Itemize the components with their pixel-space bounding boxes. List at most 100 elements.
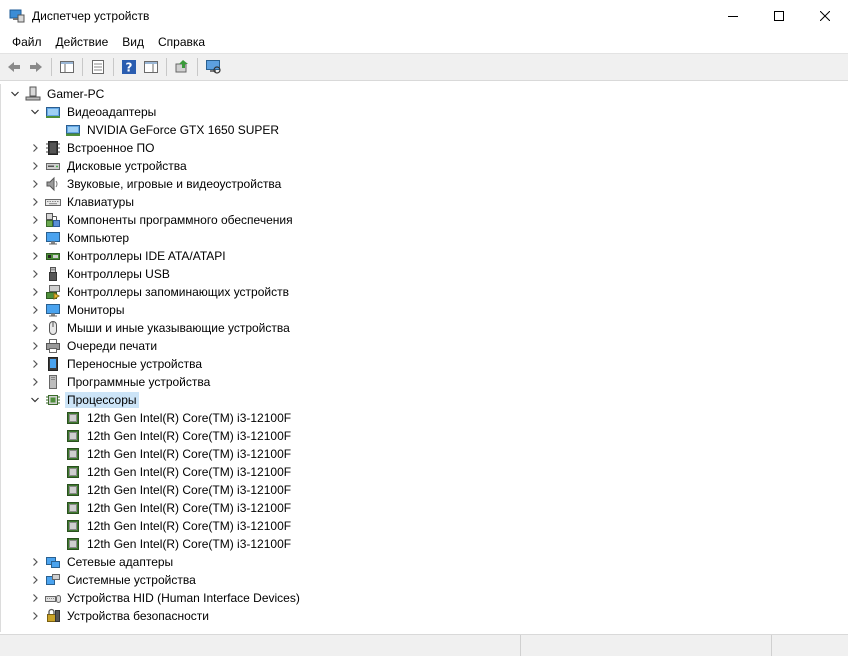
- chevron-right-icon: [33, 288, 38, 296]
- menu-action[interactable]: Действие: [49, 32, 116, 52]
- chevron-down-icon: [31, 109, 39, 115]
- tree-category-node[interactable]: Устройства HID (Human Interface Devices): [29, 589, 302, 607]
- expand-toggle[interactable]: [29, 214, 41, 226]
- tree-category-node[interactable]: Видеоадаптеры: [29, 103, 158, 121]
- menu-help[interactable]: Справка: [151, 32, 212, 52]
- update-driver-button[interactable]: [171, 56, 193, 78]
- tree-device-node[interactable]: 12th Gen Intel(R) Core(TM) i3-12100F: [65, 499, 293, 517]
- tree-category-node[interactable]: Мыши и иные указывающие устройства: [29, 319, 292, 337]
- scan-hardware-button[interactable]: [202, 56, 224, 78]
- tree-category-node[interactable]: Контроллеры USB: [29, 265, 172, 283]
- expand-toggle[interactable]: [29, 160, 41, 172]
- expand-toggle[interactable]: [29, 358, 41, 370]
- row-icon: [45, 266, 61, 282]
- expand-toggle[interactable]: [29, 592, 41, 604]
- back-button[interactable]: [3, 56, 25, 78]
- tree-category-node[interactable]: Звуковые, игровые и видеоустройства: [29, 175, 283, 193]
- tree-device-node[interactable]: NVIDIA GeForce GTX 1650 SUPER: [65, 121, 281, 139]
- row-label: Контроллеры запоминающих устройств: [67, 285, 289, 299]
- usb-icon: [49, 267, 57, 281]
- expand-toggle[interactable]: [29, 322, 41, 334]
- minimize-button[interactable]: [710, 0, 756, 32]
- expand-toggle[interactable]: [29, 286, 41, 298]
- processor-icon: [46, 395, 60, 405]
- tree-category-node[interactable]: Сетевые адаптеры: [29, 553, 175, 571]
- tree-category-node[interactable]: Устройства безопасности: [29, 607, 211, 625]
- tree-category-node[interactable]: Клавиатуры: [29, 193, 136, 211]
- minimize-icon: [728, 16, 738, 17]
- tree-category-node[interactable]: Процессоры: [29, 391, 139, 409]
- tree-device-node[interactable]: 12th Gen Intel(R) Core(TM) i3-12100F: [65, 481, 293, 499]
- collapse-toggle[interactable]: [29, 106, 41, 118]
- tree-category-node[interactable]: Переносные устройства: [29, 355, 204, 373]
- tree-category-node[interactable]: Компоненты программного обеспечения: [29, 211, 295, 229]
- tree-category-node[interactable]: Компьютер: [29, 229, 131, 247]
- row-label: NVIDIA GeForce GTX 1650 SUPER: [87, 123, 280, 137]
- chevron-right-icon: [33, 558, 38, 566]
- back-icon: [8, 62, 20, 72]
- collapse-toggle[interactable]: [29, 394, 41, 406]
- properties-button[interactable]: [87, 56, 109, 78]
- expand-toggle[interactable]: [29, 268, 41, 280]
- show-hide-console-tree-button[interactable]: [56, 56, 78, 78]
- expand-toggle[interactable]: [29, 196, 41, 208]
- expand-toggle[interactable]: [29, 304, 41, 316]
- close-button[interactable]: [802, 0, 848, 32]
- tree-category-node[interactable]: Дисковые устройства: [29, 157, 189, 175]
- collapse-toggle[interactable]: [9, 88, 21, 100]
- device-tree[interactable]: Gamer-PC Видеоадаптеры NVIDIA GeForce GTX …: [0, 84, 847, 632]
- tree-category-node[interactable]: Очереди печати: [29, 337, 159, 355]
- tree-device-node[interactable]: 12th Gen Intel(R) Core(TM) i3-12100F: [65, 535, 293, 553]
- row-label: Очереди печати: [67, 339, 158, 353]
- expand-toggle[interactable]: [29, 142, 41, 154]
- menu-view[interactable]: Вид: [115, 32, 151, 52]
- forward-icon: [30, 62, 42, 72]
- menu-file[interactable]: Файл: [0, 32, 49, 52]
- cpu-icon: [67, 412, 79, 424]
- expand-toggle[interactable]: [29, 610, 41, 622]
- chevron-right-icon: [33, 234, 38, 242]
- row-icon: [65, 536, 81, 552]
- cpu-icon: [67, 448, 79, 460]
- tree-device-node[interactable]: 12th Gen Intel(R) Core(TM) i3-12100F: [65, 445, 293, 463]
- row-label: 12th Gen Intel(R) Core(TM) i3-12100F: [87, 429, 292, 443]
- show-hide-console-tree-icon: [60, 61, 74, 73]
- expand-toggle[interactable]: [29, 574, 41, 586]
- row-icon: [45, 338, 61, 354]
- tree-category-node[interactable]: Контроллеры запоминающих устройств: [29, 283, 291, 301]
- help-button[interactable]: ?: [118, 56, 140, 78]
- tree-device-node[interactable]: 12th Gen Intel(R) Core(TM) i3-12100F: [65, 463, 293, 481]
- chevron-right-icon: [33, 306, 38, 314]
- row-label: Мыши и иные указывающие устройства: [67, 321, 290, 335]
- expand-toggle[interactable]: [29, 232, 41, 244]
- forward-button[interactable]: [25, 56, 47, 78]
- expand-toggle[interactable]: [29, 250, 41, 262]
- toolbar-separator: [166, 58, 167, 76]
- tree-category-node[interactable]: Программные устройства: [29, 373, 212, 391]
- row-icon: [45, 284, 61, 300]
- tree-category-node[interactable]: Мониторы: [29, 301, 126, 319]
- expand-toggle[interactable]: [29, 556, 41, 568]
- tree-device-node[interactable]: 12th Gen Intel(R) Core(TM) i3-12100F: [65, 409, 293, 427]
- row-label: Устройства HID (Human Interface Devices): [67, 591, 300, 605]
- firmware-icon: [46, 141, 60, 155]
- row-label: Звуковые, игровые и видеоустройства: [67, 177, 282, 191]
- chevron-right-icon: [33, 342, 38, 350]
- maximize-button[interactable]: [756, 0, 802, 32]
- tree-category-node[interactable]: Контроллеры IDE ATA/ATAPI: [29, 247, 228, 265]
- tree-device-node[interactable]: 12th Gen Intel(R) Core(TM) i3-12100F: [65, 517, 293, 535]
- tree-root-node[interactable]: Gamer-PC: [9, 85, 106, 103]
- row-icon: [65, 410, 81, 426]
- tree-device-node[interactable]: 12th Gen Intel(R) Core(TM) i3-12100F: [65, 427, 293, 445]
- printer-icon: [46, 339, 60, 353]
- expand-toggle[interactable]: [29, 340, 41, 352]
- chevron-right-icon: [33, 198, 38, 206]
- expand-toggle[interactable]: [29, 376, 41, 388]
- tree-category-node[interactable]: Системные устройства: [29, 571, 198, 589]
- tree-category-node[interactable]: Встроенное ПО: [29, 139, 156, 157]
- cpu-icon: [67, 502, 79, 514]
- update-driver-icon: [175, 60, 188, 73]
- expand-toggle[interactable]: [29, 178, 41, 190]
- computer-root-icon: [25, 86, 41, 101]
- action-pane-button[interactable]: [140, 56, 162, 78]
